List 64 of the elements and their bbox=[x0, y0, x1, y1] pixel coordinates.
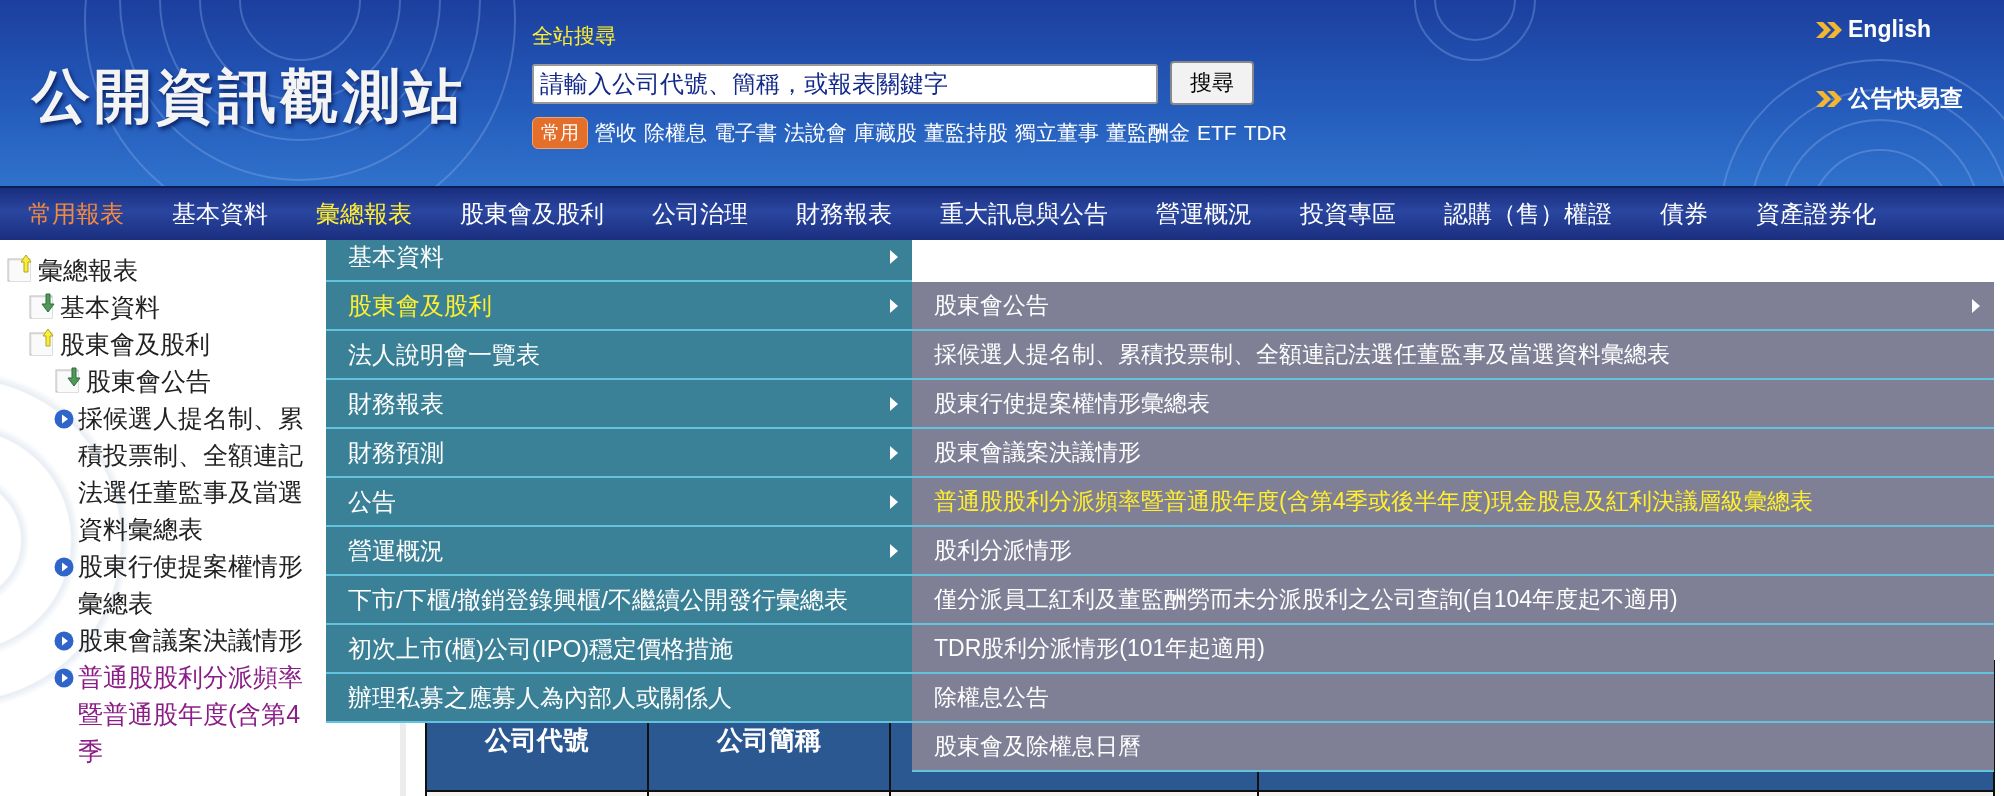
search-label: 全站搜尋 bbox=[532, 23, 617, 49]
menu-item[interactable]: 採候選人提名制、累積投票制、全額連記法選任董監事及當選資料彙總表 bbox=[912, 331, 1994, 380]
quick-link[interactable]: 電子書 bbox=[714, 119, 777, 147]
menu-item[interactable]: 僅分派員工紅利及董監酬勞而未分派股利之公司查詢(自104年度起不適用) bbox=[912, 576, 1994, 625]
play-bullet-icon bbox=[54, 409, 74, 429]
menu-item[interactable]: TDR股利分派情形(101年起適用) bbox=[912, 625, 1994, 674]
search-button[interactable]: 搜尋 bbox=[1170, 61, 1254, 105]
double-chevron-icon bbox=[1814, 88, 1844, 109]
menu-item[interactable]: 營運概況 bbox=[326, 527, 912, 576]
menu-item[interactable]: 下市/下櫃/撤銷登錄興櫃/不繼續公開發行彙總表 bbox=[326, 576, 912, 625]
play-bullet-icon bbox=[54, 631, 74, 651]
play-bullet-icon bbox=[54, 668, 74, 688]
quick-link[interactable]: 除權息 bbox=[644, 119, 707, 147]
quick-link[interactable]: 庫藏股 bbox=[854, 119, 917, 147]
menu-item[interactable]: 股東會及除權息日曆 bbox=[912, 723, 1994, 770]
tree-folder[interactable]: 彙總報表 bbox=[38, 252, 138, 289]
nav-tab[interactable]: 債券 bbox=[1660, 198, 1708, 230]
common-badge: 常用 bbox=[532, 117, 588, 149]
menu-item[interactable]: 股東會議案決議情形 bbox=[912, 429, 1994, 478]
tree-folder[interactable]: 基本資料 bbox=[60, 289, 160, 326]
nav-tab[interactable]: 公司治理 bbox=[652, 198, 748, 230]
folder-down-arrow-icon[interactable] bbox=[28, 290, 58, 320]
menu-item[interactable]: 公告 bbox=[326, 478, 912, 527]
tree-folder[interactable]: 股東會及股利 bbox=[60, 326, 210, 363]
nav-tab[interactable]: 資產證券化 bbox=[1756, 198, 1876, 230]
menu-item[interactable]: 股東行使提案權情形彙總表 bbox=[912, 380, 1994, 429]
nav-tab[interactable]: 重大訊息與公告 bbox=[940, 198, 1108, 230]
menu-item[interactable]: 法人說明會一覽表 bbox=[326, 331, 912, 380]
tree-link[interactable]: 採候選人提名制、累積投票制、全額連記法選任董監事及當選資料彙總表 bbox=[78, 400, 308, 548]
menu-item[interactable]: 股東會公告 bbox=[912, 282, 1994, 331]
tree-folder[interactable]: 股東會公告 bbox=[86, 363, 211, 400]
search-field[interactable]: 請輸入公司代號、簡稱，或報表關鍵字 bbox=[532, 64, 1158, 104]
tree-link[interactable]: 股東行使提案權情形彙總表 bbox=[78, 548, 308, 622]
menu-item[interactable]: 財務報表 bbox=[326, 380, 912, 429]
quick-link[interactable]: 營收 bbox=[595, 119, 637, 147]
header-link[interactable]: 公告快易查 bbox=[1848, 83, 1963, 114]
menu-item[interactable]: 除權息公告 bbox=[912, 674, 1994, 723]
header-link[interactable]: English bbox=[1848, 16, 1932, 43]
nav-tab[interactable]: 股東會及股利 bbox=[460, 198, 604, 230]
nav-tab[interactable]: 財務報表 bbox=[796, 198, 892, 230]
play-bullet-icon bbox=[54, 557, 74, 577]
tree-link[interactable]: 普通股股利分派頻率暨普通股年度(含第4季 bbox=[78, 659, 308, 770]
nav-tab[interactable]: 營運概況 bbox=[1156, 198, 1252, 230]
quick-link[interactable]: 獨立董事 bbox=[1015, 119, 1099, 147]
quick-link[interactable]: 董監酬金 bbox=[1106, 119, 1190, 147]
quick-link[interactable]: TDR bbox=[1243, 121, 1287, 145]
nav-tab[interactable]: 彙總報表 bbox=[316, 198, 412, 230]
nav-tab[interactable]: 基本資料 bbox=[172, 198, 268, 230]
tree-link[interactable]: 股東會議案決議情形 bbox=[78, 622, 308, 659]
nav-tab[interactable]: 投資專區 bbox=[1300, 198, 1396, 230]
menu-item[interactable]: 股利分派情形 bbox=[912, 527, 1994, 576]
quick-link[interactable]: ETF bbox=[1197, 121, 1237, 145]
double-chevron-icon bbox=[1814, 19, 1844, 40]
menu-item[interactable]: 初次上市(櫃)公司(IPO)穩定價格措施 bbox=[326, 625, 912, 674]
site-logo[interactable]: 公開資訊觀測站 bbox=[32, 58, 532, 136]
menu-item[interactable]: 普通股股利分派頻率暨普通股年度(含第4季或後半年度)現金股息及紅利決議層級彙總表 bbox=[912, 478, 1994, 527]
quick-link[interactable]: 法說會 bbox=[784, 119, 847, 147]
menu-item[interactable]: 財務預測 bbox=[326, 429, 912, 478]
quick-link[interactable]: 董監持股 bbox=[924, 119, 1008, 147]
folder-down-arrow-icon[interactable] bbox=[54, 364, 84, 394]
menu-item[interactable]: 股東會及股利 bbox=[326, 282, 912, 331]
menu-item[interactable]: 基本資料 bbox=[326, 240, 912, 282]
nav-tab[interactable]: 常用報表 bbox=[28, 198, 124, 230]
nav-tab[interactable]: 認購（售）權證 bbox=[1444, 198, 1612, 230]
